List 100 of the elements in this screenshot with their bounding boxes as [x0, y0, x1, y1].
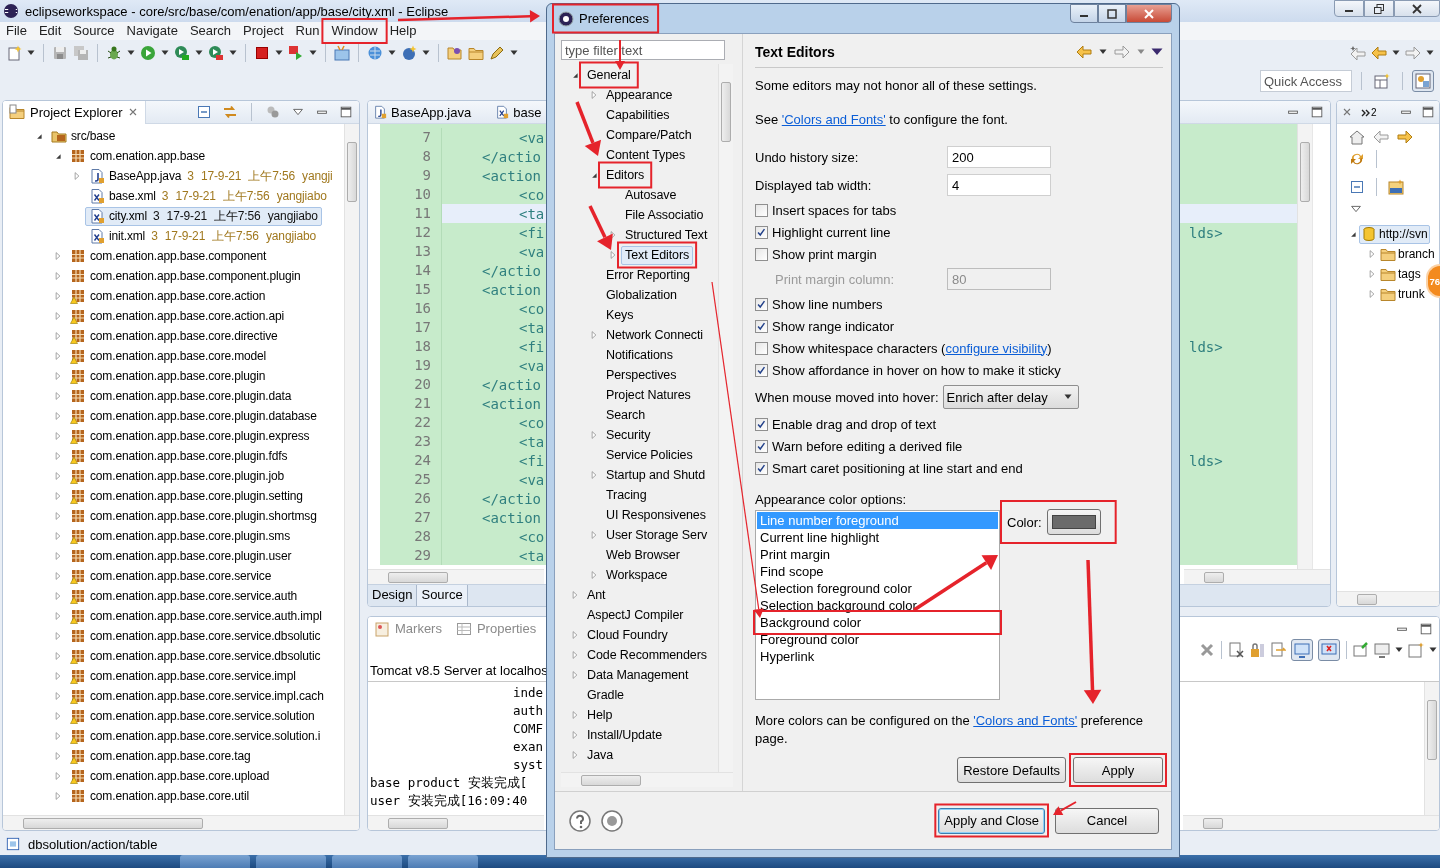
- tree-item[interactable]: com.enation.app.base.core.service.solution: [66, 706, 319, 726]
- tree-item[interactable]: com.enation.app.base.core.plugin.job: [66, 466, 289, 486]
- tree-item[interactable]: Structured Text: [621, 225, 712, 245]
- list-item[interactable]: Print margin: [757, 546, 998, 563]
- list-item[interactable]: Find scope: [757, 563, 998, 580]
- filter-field[interactable]: type filter text: [561, 40, 725, 60]
- tree-item[interactable]: UI Responsivenes: [602, 505, 710, 525]
- checkbox-label[interactable]: Highlight current line: [772, 224, 891, 240]
- checkbox-label[interactable]: Smart caret positioning at line start and end: [772, 460, 1023, 476]
- tree-item[interactable]: Cloud Foundry: [583, 625, 672, 645]
- tree-item[interactable]: Text Editors: [621, 245, 694, 265]
- tree-item[interactable]: Compare/Patch: [602, 125, 696, 145]
- menu-item[interactable]: Edit: [32, 22, 68, 40]
- tree-item[interactable]: com.enation.app.base.core.plugin.express: [66, 426, 314, 446]
- tree-item[interactable]: AspectJ Compiler: [583, 605, 688, 625]
- list-item[interactable]: Background color: [757, 614, 998, 631]
- tree-item[interactable]: trunk: [1378, 284, 1427, 304]
- view-tab[interactable]: Project Explorer: [3, 101, 147, 124]
- tree-item[interactable]: Workspace: [602, 565, 672, 585]
- tree-item[interactable]: base.xml 3 17-9-21 上午7:56 yangjiabo: [85, 186, 331, 206]
- tree-item[interactable]: com.enation.app.base.core.action.api: [66, 306, 289, 326]
- menu-item[interactable]: Window: [325, 22, 384, 40]
- menu-item[interactable]: Run: [289, 22, 326, 40]
- tree-item[interactable]: BaseApp.java 3 17-9-21 上午7:56 yangji: [85, 166, 337, 186]
- tree-item[interactable]: Network Connecti: [602, 325, 708, 345]
- tree-item[interactable]: com.enation.app.base.core.plugin.database: [66, 406, 321, 426]
- tree-item[interactable]: com.enation.app.base.core.service.impl.cach: [66, 686, 328, 706]
- tree-item[interactable]: com.enation.app.base.component.plugin: [66, 266, 305, 286]
- tree-item[interactable]: com.enation.app.base.core.service.auth.impl: [66, 606, 326, 626]
- list-item[interactable]: Foreground color: [757, 631, 998, 648]
- dialog-button[interactable]: Apply and Close: [938, 807, 1045, 834]
- list-item[interactable]: Selection background color: [757, 597, 998, 614]
- tree-item[interactable]: Project Natures: [602, 385, 695, 405]
- tree-item[interactable]: com.enation.app.base.core.plugin.data: [66, 386, 296, 406]
- dialog-button[interactable]: Apply: [1073, 757, 1163, 783]
- tree-item[interactable]: http://svn: [1359, 224, 1430, 244]
- tree-item[interactable]: Appearance: [602, 85, 677, 105]
- tree-item[interactable]: com.enation.app.base.core.service: [66, 566, 276, 586]
- tree-item[interactable]: General: [583, 65, 635, 85]
- menu-item[interactable]: Project: [237, 22, 290, 40]
- tree-item[interactable]: com.enation.app.base.core.plugin.fdfs: [66, 446, 292, 466]
- quick-access-field[interactable]: Quick Access: [1260, 70, 1352, 92]
- tree-item[interactable]: com.enation.app.base.core.directive: [66, 326, 282, 346]
- checkbox-label[interactable]: Insert spaces for tabs: [772, 202, 897, 218]
- more-views-button[interactable]: 2: [1361, 106, 1377, 118]
- tree-item[interactable]: File Associatio: [621, 205, 708, 225]
- checkbox-label[interactable]: Show print margin: [772, 246, 877, 262]
- configure-visibility-link[interactable]: configure visibility: [945, 340, 1048, 356]
- tree-item[interactable]: com.enation.app.base: [66, 146, 210, 166]
- menu-item[interactable]: Navigate: [120, 22, 184, 40]
- menu-item[interactable]: Source: [67, 22, 121, 40]
- tree-item[interactable]: city.xml 3 17-9-21 上午7:56 yangjiabo: [85, 206, 322, 226]
- tree-item[interactable]: src/base: [47, 126, 120, 146]
- number-field[interactable]: 4: [947, 174, 1051, 196]
- tree-item[interactable]: Startup and Shutd: [602, 465, 710, 485]
- editor-tab[interactable]: BaseApp.java: [370, 101, 475, 124]
- tree-item[interactable]: com.enation.app.base.core.model: [66, 346, 271, 366]
- tree-item[interactable]: com.enation.app.base.core.plugin: [66, 366, 270, 386]
- checkbox-label[interactable]: Show affordance in hover on how to make it sticky: [772, 362, 1061, 378]
- tree-item[interactable]: tags: [1378, 264, 1423, 284]
- checkbox-label[interactable]: Warn before editing a derived file: [772, 438, 963, 454]
- tree-item[interactable]: Notifications: [602, 345, 677, 365]
- editor-tab[interactable]: base: [492, 101, 545, 124]
- menu-item[interactable]: Search: [183, 22, 238, 40]
- tree-item[interactable]: Gradle: [583, 685, 628, 705]
- tree-item[interactable]: Java: [583, 745, 617, 765]
- dialog-button[interactable]: Restore Defaults: [957, 757, 1066, 783]
- list-item[interactable]: Hyperlink: [757, 648, 998, 665]
- checkbox-label[interactable]: Enable drag and drop of text: [772, 416, 937, 432]
- tree-item[interactable]: init.xml 3 17-9-21 上午7:56 yangjiabo: [85, 226, 320, 246]
- checkbox-label[interactable]: Show range indicator: [772, 318, 895, 334]
- list-item[interactable]: Current line highlight: [757, 529, 998, 546]
- checkbox-label[interactable]: Show line numbers: [772, 296, 883, 312]
- tree-item[interactable]: com.enation.app.base.core.service.solution.i: [66, 726, 325, 746]
- tree-item[interactable]: Keys: [602, 305, 638, 325]
- tree-item[interactable]: Editors: [602, 165, 649, 185]
- tree-item[interactable]: Search: [602, 405, 649, 425]
- tree-item[interactable]: Help: [583, 705, 617, 725]
- list-item[interactable]: Selection foreground color: [757, 580, 998, 597]
- tree-item[interactable]: Code Recommenders: [583, 645, 711, 665]
- tree-item[interactable]: Tracing: [602, 485, 651, 505]
- menu-item[interactable]: File: [0, 22, 33, 40]
- tree-item[interactable]: com.enation.app.base.core.upload: [66, 766, 274, 786]
- view-tab[interactable]: Properties: [455, 620, 537, 637]
- tree-item[interactable]: branch: [1378, 244, 1437, 264]
- tree-item[interactable]: Service Policies: [602, 445, 697, 465]
- tree-item[interactable]: com.enation.app.base.core.plugin.sms: [66, 526, 295, 546]
- checkbox-label[interactable]: Show whitespace characters (configure visibility): [772, 340, 1052, 356]
- tree-item[interactable]: Error Reporting: [602, 265, 694, 285]
- tree-item[interactable]: com.enation.app.base.core.plugin.setting: [66, 486, 307, 506]
- colors-and-fonts-link[interactable]: 'Colors and Fonts': [781, 111, 886, 127]
- tree-item[interactable]: com.enation.app.base.core.service.dbsolutic: [66, 626, 325, 646]
- tree-item[interactable]: Ant: [583, 585, 610, 605]
- tree-item[interactable]: com.enation.app.base.core.plugin.shortmsg: [66, 506, 321, 526]
- tree-item[interactable]: Security: [602, 425, 655, 445]
- tree-item[interactable]: com.enation.app.base.core.plugin.user: [66, 546, 296, 566]
- number-field[interactable]: 200: [947, 146, 1051, 168]
- tree-item[interactable]: Capabilities: [602, 105, 674, 125]
- tree-item[interactable]: com.enation.app.base.core.service.dbsolutic: [66, 646, 325, 666]
- dialog-button[interactable]: Cancel: [1055, 807, 1159, 834]
